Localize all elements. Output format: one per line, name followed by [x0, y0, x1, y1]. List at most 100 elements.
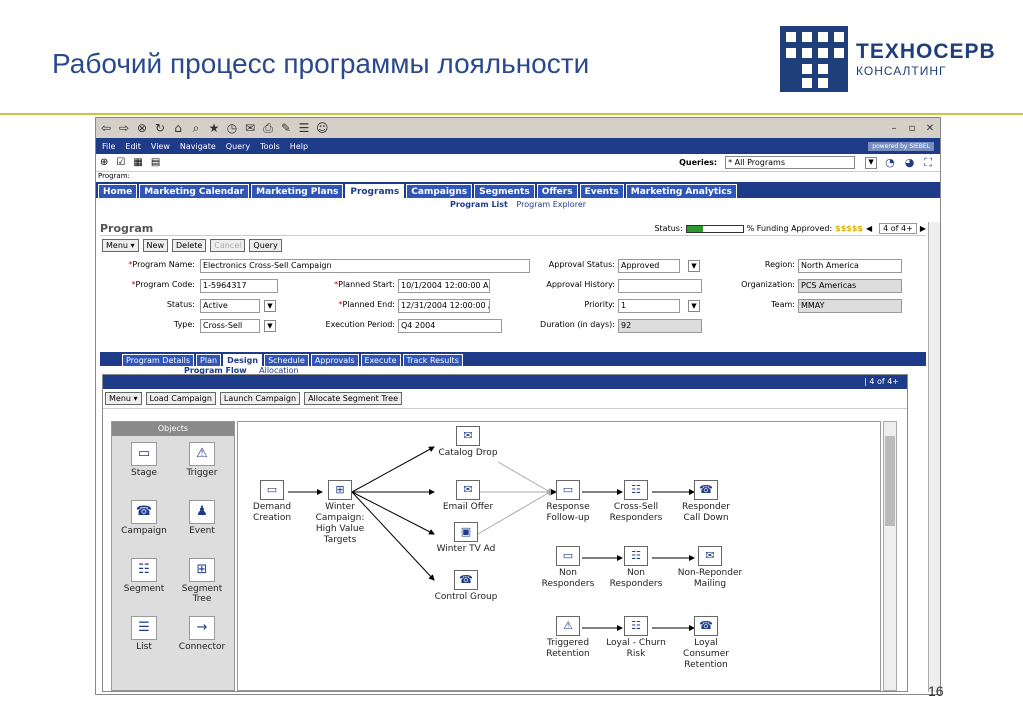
tab-schedule[interactable]: Schedule [264, 354, 309, 366]
node-loyal-consumer-retention[interactable]: ☎ Loyal Consumer Retention [674, 616, 738, 671]
tab-program-details[interactable]: Program Details [122, 354, 195, 366]
palette-stage[interactable]: ▭ Stage [114, 442, 174, 478]
node-demand-creation[interactable]: ▭ Demand Creation [242, 480, 302, 524]
tab-offers[interactable]: Offers [536, 184, 578, 198]
back-icon[interactable]: ⇦ [100, 121, 112, 135]
bubble-icon[interactable]: ◔ [885, 156, 895, 170]
node-loyal-churn-risk[interactable]: ☷ Loyal - Churn Risk [604, 616, 668, 660]
discuss-icon[interactable]: ☰ [298, 121, 310, 135]
palette-segment-tree[interactable]: ⊞ Segment Tree [172, 558, 232, 604]
menu-help[interactable]: Help [290, 142, 308, 151]
query-button[interactable]: Query [249, 238, 282, 252]
program-code-field[interactable]: 1-5964317 [200, 279, 278, 293]
delete-button[interactable]: Delete [171, 238, 207, 252]
chevron-down-icon[interactable]: ▼ [865, 156, 878, 169]
menu-view[interactable]: View [151, 142, 170, 151]
launch-campaign-button[interactable]: Launch Campaign [219, 392, 301, 405]
tab-marketing-analytics[interactable]: Marketing Analytics [625, 184, 737, 198]
notes-icon[interactable]: ▤ [151, 157, 160, 168]
forward-icon[interactable]: ⇨ [118, 121, 130, 135]
approval-history-field[interactable] [618, 279, 702, 293]
print-icon[interactable]: ⎙ [262, 121, 274, 136]
planned-end-field[interactable]: 12/31/2004 12:00:00 / [398, 299, 490, 313]
node-responder-call-down[interactable]: ☎ Responder Call Down [674, 480, 738, 524]
history-icon[interactable]: ◷ [226, 121, 238, 135]
load-campaign-button[interactable]: Load Campaign [145, 392, 216, 405]
menu-tools[interactable]: Tools [260, 142, 280, 151]
allocate-segment-tree-button[interactable]: Allocate Segment Tree [304, 392, 402, 405]
link-program-list[interactable]: Program List [450, 200, 508, 209]
flow-canvas[interactable]: ▭ Demand Creation ⊞ Winter Campaign: High … [237, 421, 881, 691]
queries-select[interactable]: * All Programs [725, 156, 856, 169]
tab-events[interactable]: Events [579, 184, 624, 198]
menu-button[interactable]: Menu ▾ [102, 238, 139, 252]
team-field[interactable]: MMAY [798, 299, 902, 313]
tab-marketing-calendar[interactable]: Marketing Calendar [139, 184, 250, 198]
tab-execute[interactable]: Execute [360, 354, 401, 366]
tab-design[interactable]: Design [223, 354, 263, 366]
search-icon[interactable]: ⌕ [190, 121, 202, 136]
approval-status-field[interactable]: Approved [618, 259, 680, 273]
menu-query[interactable]: Query [226, 142, 250, 151]
link-program-explorer[interactable]: Program Explorer [516, 200, 586, 209]
status-field[interactable]: Active [200, 299, 260, 313]
messenger-icon[interactable]: ☺ [316, 121, 329, 135]
minimize-icon[interactable]: – [888, 123, 900, 134]
chevron-down-icon[interactable]: ▼ [264, 320, 276, 332]
menu-navigate[interactable]: Navigate [180, 142, 216, 151]
flow-menu-button[interactable]: Menu ▾ [105, 392, 142, 405]
menu-file[interactable]: File [102, 142, 115, 151]
cancel-button[interactable]: Cancel [210, 238, 246, 252]
tab-plan[interactable]: Plan [196, 354, 222, 366]
tab-marketing-plans[interactable]: Marketing Plans [251, 184, 344, 198]
region-field[interactable]: North America [798, 259, 902, 273]
execution-period-field[interactable]: Q4 2004 [398, 319, 502, 333]
palette-connector[interactable]: → Connector [172, 616, 232, 652]
node-triggered-retention[interactable]: ⚠ Triggered Retention [538, 616, 598, 660]
program-name-field[interactable]: Electronics Cross-Sell Campaign [200, 259, 530, 273]
close-icon[interactable]: ✕ [924, 123, 936, 134]
node-catalog-drop[interactable]: ✉ Catalog Drop [436, 426, 500, 459]
maximize-icon[interactable]: ▫ [906, 123, 918, 134]
menu-edit[interactable]: Edit [125, 142, 141, 151]
node-email-offer[interactable]: ✉ Email Offer [436, 480, 500, 513]
palette-event[interactable]: ♟ Event [172, 500, 232, 536]
prev-record-icon[interactable]: ◀ [866, 224, 872, 233]
favorites-icon[interactable]: ★ [208, 121, 220, 135]
checklist-icon[interactable]: ☑ [116, 157, 125, 168]
node-non-responders-segment[interactable]: ☷ Non Responders [604, 546, 668, 590]
new-button[interactable]: New [142, 238, 168, 252]
chat-icon[interactable]: ◕ [905, 156, 915, 170]
edit-icon[interactable]: ✎ [280, 121, 292, 135]
next-record-icon[interactable]: ▶ [920, 224, 926, 233]
tab-programs[interactable]: Programs [345, 184, 405, 198]
organization-field[interactable]: PCS Americas [798, 279, 902, 293]
node-control-group[interactable]: ☎ Control Group [434, 570, 498, 603]
globe-icon[interactable]: ⊕ [100, 157, 108, 168]
chevron-down-icon[interactable]: ▼ [688, 260, 700, 272]
home-icon[interactable]: ⌂ [172, 121, 184, 135]
stop-icon[interactable]: ⊗ [136, 121, 148, 135]
node-cross-sell-responders[interactable]: ☷ Cross-Sell Responders [604, 480, 668, 524]
type-field[interactable]: Cross-Sell [200, 319, 260, 333]
palette-campaign[interactable]: ☎ Campaign [114, 500, 174, 536]
tab-home[interactable]: Home [98, 184, 138, 198]
palette-segment[interactable]: ☷ Segment [114, 558, 174, 594]
tab-campaigns[interactable]: Campaigns [406, 184, 473, 198]
binoculars-icon[interactable]: ⛶ [924, 156, 932, 170]
mail-icon[interactable]: ✉ [244, 121, 256, 135]
node-non-reponder-mailing[interactable]: ✉ Non-Reponder Mailing [674, 546, 746, 590]
tab-segments[interactable]: Segments [474, 184, 535, 198]
tab-approvals[interactable]: Approvals [310, 354, 359, 366]
node-non-responders-stage[interactable]: ▭ Non Responders [536, 546, 600, 590]
palette-list[interactable]: ☰ List [114, 616, 174, 652]
calendar-icon[interactable]: ▦ [133, 157, 142, 168]
palette-trigger[interactable]: ⚠ Trigger [172, 442, 232, 478]
planned-start-field[interactable]: 10/1/2004 12:00:00 AI [398, 279, 490, 293]
tab-track-results[interactable]: Track Results [402, 354, 463, 366]
chevron-down-icon[interactable]: ▼ [688, 300, 700, 312]
refresh-icon[interactable]: ↻ [154, 121, 166, 135]
flow-scrollbar[interactable] [883, 421, 897, 691]
page-scrollbar[interactable] [928, 222, 940, 692]
node-winter-tv-ad[interactable]: ▣ Winter TV Ad [434, 522, 498, 555]
